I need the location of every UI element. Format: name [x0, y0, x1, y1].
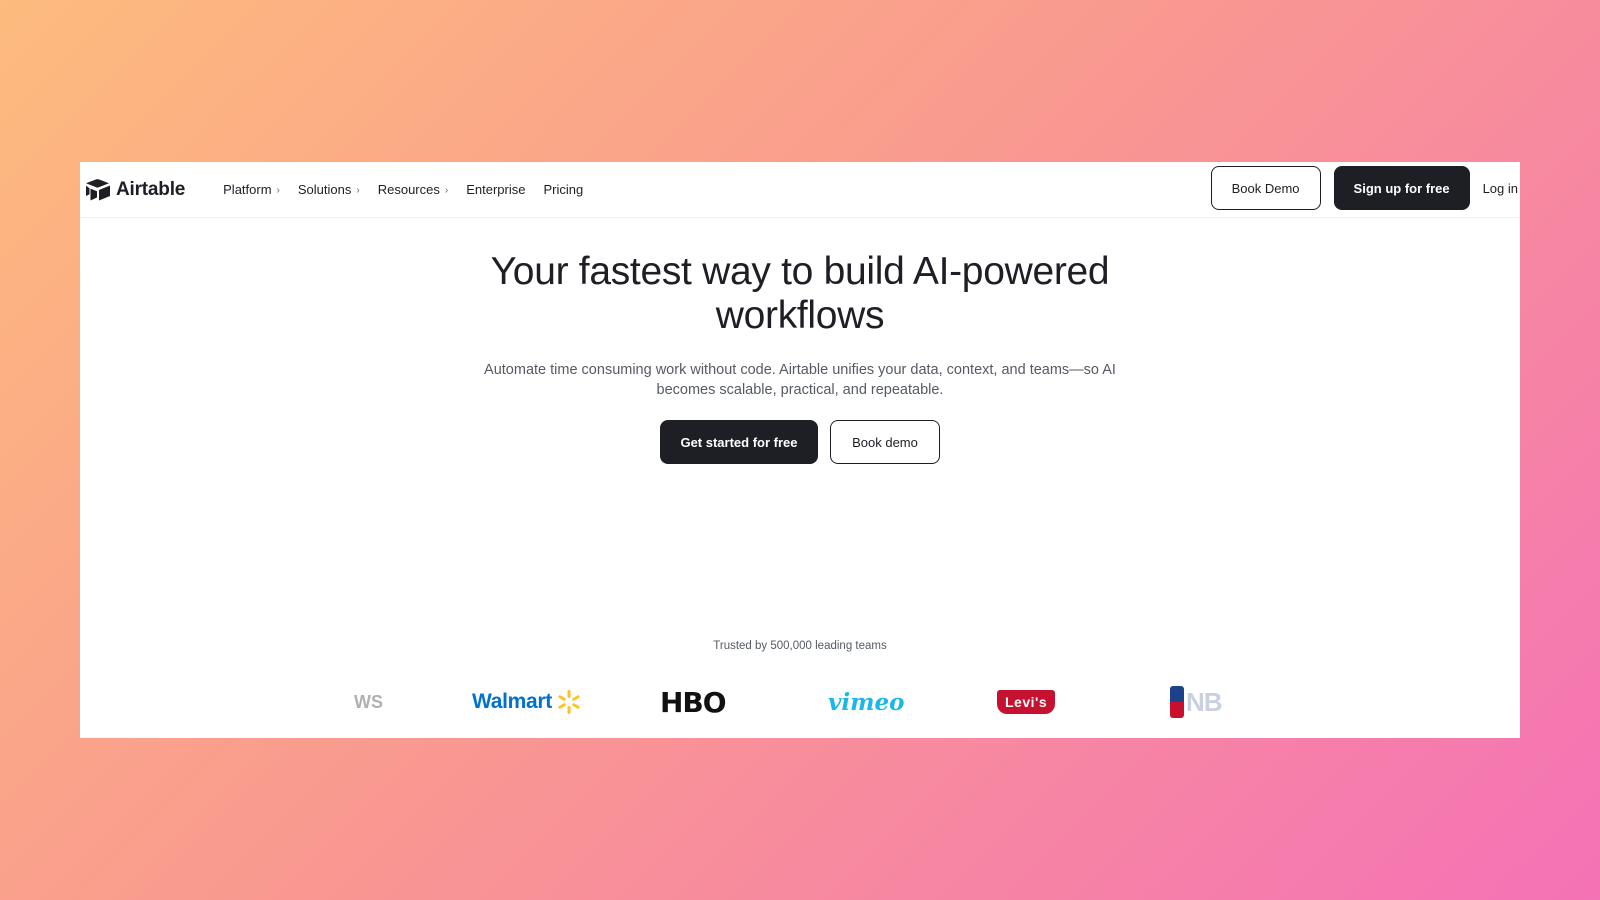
nav-item-solutions[interactable]: Solutions ›: [298, 182, 360, 197]
levis-logo: Levi's: [997, 682, 1056, 722]
book-demo-nav-button[interactable]: Book Demo: [1210, 166, 1321, 210]
walmart-spark-icon: [558, 690, 580, 714]
chevron-right-icon: ›: [444, 184, 449, 196]
nav-item-label: Solutions: [297, 182, 352, 197]
aws-logo-text: WS: [354, 691, 383, 712]
book-demo-button[interactable]: Book demo: [830, 420, 940, 464]
nav-item-label: Platform: [223, 182, 272, 197]
nba-logo-text: NB: [1186, 686, 1223, 717]
hero-subtitle-line-2: becomes scalable, practical, and repeata…: [656, 382, 944, 398]
nav-item-pricing[interactable]: Pricing: [543, 182, 583, 197]
main-menu: Platform › Solutions › Resources › Enter…: [223, 182, 601, 197]
nav-item-label: Enterprise: [466, 182, 526, 197]
hero-cta-row: Get started for free Book demo: [80, 420, 1520, 464]
nav-actions: Book Demo Sign up for free Log in: [1210, 166, 1518, 210]
login-link[interactable]: Log in: [1483, 181, 1518, 196]
vimeo-logo: vimeo: [828, 682, 904, 722]
browser-viewport: Airtable Platform › Solutions › Resource…: [80, 162, 1520, 738]
hero-subtitle-line-1: Automate time consuming work without cod…: [484, 362, 1116, 378]
walmart-logo: Walmart: [472, 682, 582, 722]
vimeo-logo-text: vimeo: [828, 688, 905, 716]
chevron-right-icon: ›: [356, 184, 360, 196]
customer-logos-strip: WS Walmart HBO vimeo Levi's NB: [80, 682, 1520, 722]
top-navbar: Airtable Platform › Solutions › Resource…: [80, 162, 1520, 218]
hero-title-line-1: Your fastest way to build AI-powered: [490, 250, 1110, 293]
nba-logo: NB: [1170, 682, 1223, 722]
hero-subtitle: Automate time consuming work without cod…: [450, 360, 1150, 400]
nav-item-platform[interactable]: Platform ›: [223, 182, 280, 197]
aws-logo: WS: [354, 682, 383, 722]
hbo-logo: HBO: [660, 682, 727, 722]
brand-logo[interactable]: Airtable: [84, 178, 185, 202]
levis-logo-text: Levi's: [997, 690, 1056, 714]
nav-item-enterprise[interactable]: Enterprise: [466, 182, 525, 197]
brand-name: Airtable: [116, 178, 186, 200]
airtable-logo-icon: [86, 178, 110, 200]
nba-logo-mark-icon: [1170, 686, 1184, 718]
chevron-right-icon: ›: [276, 184, 280, 196]
walmart-logo-text: Walmart: [472, 690, 552, 713]
nav-item-resources[interactable]: Resources ›: [378, 182, 448, 197]
trusted-by-text: Trusted by 500,000 leading teams: [713, 640, 887, 652]
hero-title: Your fastest way to build AI-powered wor…: [80, 250, 1520, 338]
get-started-button[interactable]: Get started for free: [660, 420, 818, 464]
hbo-logo-text: HBO: [660, 685, 727, 719]
hero-title-line-2: workflows: [715, 294, 885, 337]
signup-button[interactable]: Sign up for free: [1333, 166, 1470, 210]
nav-item-label: Resources: [377, 182, 440, 197]
nav-item-label: Pricing: [543, 182, 584, 197]
